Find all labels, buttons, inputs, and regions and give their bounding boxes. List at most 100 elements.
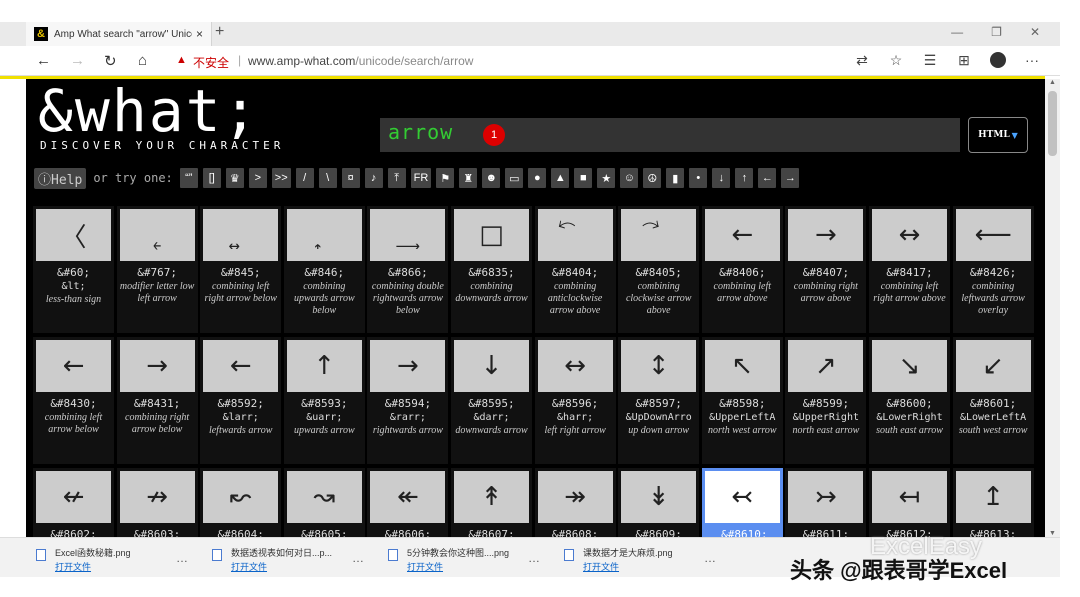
download-item[interactable]: 课数据才是大麻烦.png 打开文件… [556, 543, 726, 573]
character-card[interactable]: ↣ &#8611; [785, 468, 867, 537]
character-card[interactable]: → &#8594; &rarr; rightwards arrow [367, 337, 449, 464]
collections-icon[interactable]: ⊞ [956, 52, 972, 71]
character-card[interactable]: 〈 &#60; &lt; less-than sign [33, 206, 114, 333]
suggestion-chip[interactable]: ↓ [712, 168, 731, 188]
suggestion-chip[interactable]: > [248, 168, 267, 188]
suggestion-chip[interactable]: ⤒ [387, 168, 406, 188]
character-card[interactable]: ↓ &#8595; &darr; downwards arrow [451, 337, 532, 464]
character-card[interactable]: ↚ &#8602; [33, 468, 114, 537]
restore-icon[interactable]: ❐ [991, 25, 1002, 39]
open-file-link[interactable]: 打开文件 [231, 560, 267, 573]
suggestion-chip[interactable]: ♜ [459, 168, 478, 188]
character-card[interactable]: ↙ &#8601; &LowerLeftA south west arrow [952, 337, 1034, 464]
character-card[interactable]: ↝ &#8605; [283, 468, 365, 537]
character-card[interactable]: ↠ &#8608; [534, 468, 616, 537]
character-card[interactable]: ← &#8430; combining left arrow below [33, 337, 114, 464]
download-more-icon[interactable]: … [528, 551, 540, 565]
suggestion-chip[interactable]: ● [528, 168, 547, 188]
character-card[interactable]: ⟵ &#8426; combining leftwards arrow overla… [952, 206, 1034, 333]
character-card[interactable]: ͍ &#845; combining left right arrow below [200, 206, 282, 333]
minimize-icon[interactable]: — [951, 25, 963, 39]
help-button[interactable]: ⓘHelp [34, 167, 87, 189]
character-card[interactable]: → &#8407; combining right arrow above [785, 206, 867, 333]
character-card[interactable]: ↑ &#8593; &uarr; upwards arrow [283, 337, 365, 464]
insecure-label[interactable]: 不安全 [193, 54, 229, 71]
character-card[interactable]: ↤ &#8612; [869, 468, 950, 537]
open-file-link[interactable]: 打开文件 [55, 560, 91, 573]
download-more-icon[interactable]: … [704, 551, 716, 565]
suggestion-chip[interactable]: ■ [574, 168, 593, 188]
suggestion-chip[interactable]: / [295, 168, 314, 188]
suggestion-chip[interactable]: ♪ [364, 168, 383, 188]
character-card[interactable]: ↔ &#8417; combining left right arrow above [869, 206, 950, 333]
suggestion-chip[interactable]: ☻ [482, 168, 501, 188]
suggestion-chip[interactable]: ☺ [620, 168, 639, 188]
suggestion-chip[interactable]: [] [202, 168, 221, 188]
window-close-icon[interactable]: ✕ [1030, 25, 1040, 39]
warning-icon[interactable]: ▲ [176, 54, 187, 66]
suggestion-chip[interactable]: ★ [597, 168, 616, 188]
suggestion-chip[interactable]: ☮ [643, 168, 662, 188]
suggestion-chip[interactable]: • [689, 168, 708, 188]
scroll-thumb[interactable] [1048, 91, 1057, 156]
suggestion-chip[interactable]: ▲ [551, 168, 570, 188]
search-box[interactable]: 1 [380, 118, 960, 152]
download-item[interactable]: Excel函数秘籍.png 打开文件… [28, 543, 198, 573]
suggestion-chip[interactable]: ▮ [666, 168, 685, 188]
character-card[interactable]: ⃕ &#8405; combining clockwise arrow above [618, 206, 700, 333]
tab-close-icon[interactable]: × [196, 27, 203, 41]
character-card[interactable]: ← &#8592; &larr; leftwards arrow [200, 337, 282, 464]
more-icon[interactable]: ··· [1024, 52, 1040, 71]
open-file-link[interactable]: 打开文件 [583, 560, 619, 573]
character-card[interactable]: □ &#6835; combining downwards arrow [451, 206, 532, 333]
suggestion-chip[interactable]: “” [179, 168, 198, 188]
character-card[interactable]: ↡ &#8609; [618, 468, 700, 537]
format-dropdown-button[interactable]: HTML ▼ [968, 117, 1028, 153]
character-card[interactable]: ↘ &#8600; &LowerRight south east arrow [869, 337, 950, 464]
character-card[interactable]: ↥ &#8613; [952, 468, 1034, 537]
favorite-star-icon[interactable]: ☆ [888, 52, 904, 71]
character-card[interactable]: ↖ &#8598; &UpperLeftA north west arrow [701, 337, 783, 464]
browser-tab[interactable]: & Amp What search "arrow" Unico × [26, 22, 212, 46]
character-card[interactable]: ↟ &#8607; [451, 468, 532, 537]
back-icon[interactable]: ← [36, 52, 51, 69]
url-field[interactable]: www.amp-what.com/unicode/search/arrow [248, 54, 473, 68]
character-card[interactable]: ˿ &#767; modifier letter low left arrow [116, 206, 198, 333]
site-logo[interactable]: &what; [38, 79, 260, 143]
favorites-list-icon[interactable]: ☰ [922, 52, 938, 71]
suggestion-chip[interactable]: ▭ [505, 168, 524, 188]
download-item[interactable]: 5分钟教会你这种图....png 打开文件… [380, 543, 550, 573]
suggestion-chip[interactable]: ↑ [735, 168, 754, 188]
character-card[interactable]: ↔ &#8596; &harr; left right arrow [534, 337, 616, 464]
open-file-link[interactable]: 打开文件 [407, 560, 443, 573]
suggestion-chip[interactable]: >> [271, 168, 291, 188]
suggestion-chip[interactable]: → [781, 168, 800, 188]
profile-avatar[interactable] [990, 52, 1006, 71]
character-card[interactable]: ↛ &#8603; [116, 468, 198, 537]
character-card[interactable]: ↞ &#8606; [367, 468, 449, 537]
character-card[interactable]: ⃔ &#8404; combining anticlockwise arrow ab… [534, 206, 616, 333]
download-more-icon[interactable]: … [352, 551, 364, 565]
scroll-down-icon[interactable]: ▼ [1049, 530, 1056, 537]
suggestion-chip[interactable]: FR [410, 168, 432, 188]
scroll-up-icon[interactable]: ▲ [1049, 79, 1056, 86]
character-card[interactable]: → &#8431; combining right arrow below [116, 337, 198, 464]
character-card[interactable]: ↢ &#8610; [701, 468, 783, 537]
suggestion-chip[interactable]: ← [758, 168, 777, 188]
character-card[interactable]: ↕ &#8597; &UpDownArro up down arrow [618, 337, 700, 464]
suggestion-chip[interactable]: ♛ [225, 168, 244, 188]
forward-icon[interactable]: → [70, 52, 85, 69]
character-card[interactable]: ↜ &#8604; [200, 468, 282, 537]
suggestion-chip[interactable]: ¤ [341, 168, 360, 188]
character-card[interactable]: ← &#8406; combining left arrow above [701, 206, 783, 333]
character-card[interactable]: ↗ &#8599; &UpperRight north east arrow [785, 337, 867, 464]
suggestion-chip[interactable]: ⚑ [436, 168, 455, 188]
suggestion-chip[interactable]: \ [318, 168, 337, 188]
download-more-icon[interactable]: … [176, 551, 188, 565]
new-tab-icon[interactable]: + [215, 23, 224, 41]
translate-icon[interactable]: ⇄ [854, 52, 870, 71]
home-icon[interactable]: ⌂ [138, 52, 147, 69]
refresh-icon[interactable]: ↻ [104, 52, 117, 70]
search-input[interactable] [388, 120, 478, 144]
download-item[interactable]: 数据透视表如何对日...p... 打开文件… [204, 543, 374, 573]
